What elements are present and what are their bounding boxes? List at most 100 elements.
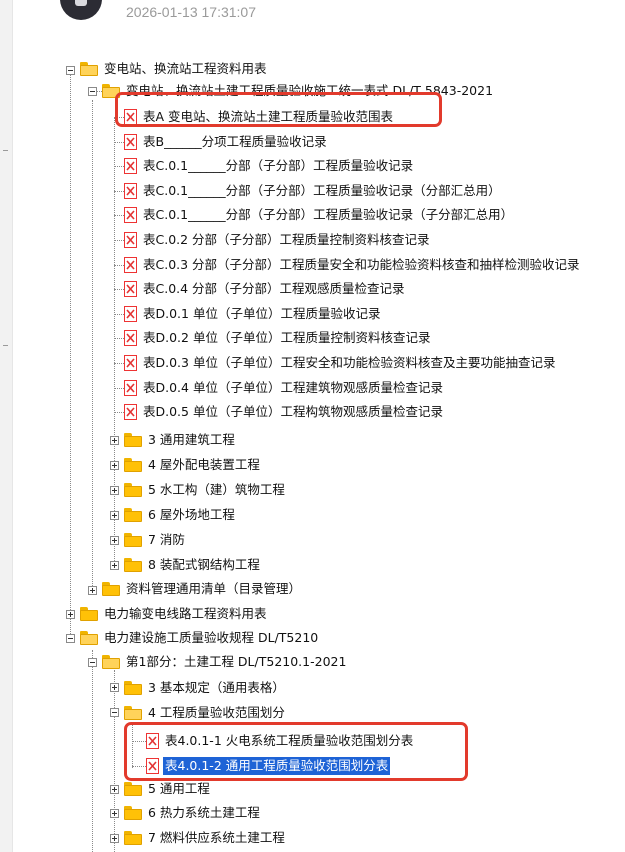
tree-connector [114,289,124,290]
folder-item[interactable]: 7 燃料供应系统土建工程 [124,828,287,848]
folder-item-label: 5 通用工程 [148,781,210,796]
folder-item-label: 5 水工构（建）筑物工程 [148,482,285,497]
folder-icon [80,607,98,621]
folder-item[interactable]: 7 消防 [124,530,187,550]
folder-item-label: 4 工程质量验收范围划分 [148,705,285,720]
folder-item[interactable]: 3 通用建筑工程 [124,430,237,450]
table-file-item[interactable]: 表D.0.4 单位（子单位）工程建筑物观感质量检查记录 [124,378,445,398]
tree-root-transmission[interactable]: 电力输变电线路工程资料用表 [80,604,269,624]
tree-part1-civil-label: 第1部分：土建工程 DL/T5210.1-2021 [126,654,347,669]
folder-icon [124,681,142,695]
table-file-item[interactable]: 表B______分项工程质量验收记录 [124,132,329,152]
tree-connector [92,100,93,590]
toggle-plus [92,588,93,593]
table-file-item-label: 表D.0.2 单位（子单位）工程质量控制资料核查记录 [143,330,431,345]
folder-body [102,658,120,669]
table-file-item[interactable]: 表D.0.1 单位（子单位）工程质量验收记录 [124,304,382,324]
table-file-item[interactable]: 表D.0.2 单位（子单位）工程质量控制资料核查记录 [124,328,432,348]
tree-group-catalog[interactable]: 资料管理通用清单（目录管理） [102,579,303,599]
tree-connector [92,650,93,852]
table-file-item[interactable]: 表C.0.2 分部（子分部）工程质量控制资料核查记录 [124,230,432,250]
excel-file-icon [124,158,137,174]
excel-file-icon [124,380,137,396]
folder-icon [124,782,142,796]
tree-root-transmission-label: 电力输变电线路工程资料用表 [104,606,267,621]
folder-open-icon [80,62,98,76]
toggle-plus [114,563,115,568]
table-file-item[interactable]: 表C.0.1______分部（子分部）工程质量验收记录 [124,156,415,176]
tree-root-dlt5210[interactable]: 电力建设施工质量验收规程 DL/T5210 [80,628,320,648]
expand-toggle-icon[interactable] [110,461,119,470]
toggle-plus [114,836,115,841]
excel-file-icon [124,232,137,248]
folder-icon [124,483,142,497]
table-file-item[interactable]: 表C.0.1______分部（子分部）工程质量验收记录（分部汇总用） [124,181,503,201]
folder-body [80,634,98,645]
toggle-plus [114,438,115,443]
folder-open-icon [80,631,98,645]
table-file-item-label: 表D.0.4 单位（子单位）工程建筑物观感质量检查记录 [143,380,443,395]
expand-toggle-icon[interactable] [110,809,119,818]
folder-item[interactable]: 8 装配式钢结构工程 [124,555,262,575]
folder-item[interactable]: 5 通用工程 [124,779,212,799]
expand-toggle-icon[interactable] [110,561,119,570]
folder-body [124,809,142,820]
tree-root-substation[interactable]: 变电站、换流站工程资料用表 [80,59,269,79]
table-file-item[interactable]: 表C.0.4 分部（子分部）工程观感质量检查记录 [124,279,407,299]
folder-item[interactable]: 3 基本规定（通用表格） [124,678,287,698]
table-file-item[interactable]: 表D.0.3 单位（子单位）工程安全和功能检验资料核查及主要功能抽查记录 [124,353,557,373]
x-mark-icon [126,407,135,417]
folder-item[interactable]: 6 热力系统土建工程 [124,803,262,823]
expand-toggle-icon[interactable] [110,511,119,520]
table-file-item[interactable]: 表D.0.5 单位（子单位）工程构筑物观感质量检查记录 [124,402,445,422]
folder-item-label: 8 装配式钢结构工程 [148,557,260,572]
folder-body [80,65,98,76]
expand-toggle-icon[interactable] [66,610,75,619]
toggle-plus [114,685,115,690]
collapse-toggle-icon[interactable] [66,66,75,75]
highlight-box-table-4-0-1 [124,722,468,781]
expand-toggle-icon[interactable] [110,436,119,445]
folder-icon [124,433,142,447]
tree-part1-civil[interactable]: 第1部分：土建工程 DL/T5210.1-2021 [102,652,348,672]
tree-connector [114,166,124,167]
table-file-item-label: 表C.0.1______分部（子分部）工程质量验收记录（子分部汇总用） [143,207,514,222]
folder-body [124,461,142,472]
expand-toggle-icon[interactable] [110,785,119,794]
expand-toggle-icon[interactable] [110,834,119,843]
tree-connector [114,240,124,241]
table-file-item-label: 表C.0.2 分部（子分部）工程质量控制资料核查记录 [143,232,430,247]
folder-item[interactable]: 4 工程质量验收范围划分 [124,703,287,723]
folder-icon [124,831,142,845]
folder-item[interactable]: 5 水工构（建）筑物工程 [124,480,287,500]
table-file-item[interactable]: 表C.0.1______分部（子分部）工程质量验收记录（子分部汇总用） [124,205,515,225]
folder-item-label: 6 屋外场地工程 [148,507,235,522]
collapse-toggle-icon[interactable] [66,634,75,643]
x-mark-icon [126,358,135,368]
collapse-toggle-icon[interactable] [88,658,97,667]
folder-icon [124,508,142,522]
folder-body [124,684,142,695]
expand-toggle-icon[interactable] [88,586,97,595]
folder-item-label: 7 消防 [148,532,185,547]
expand-toggle-icon[interactable] [110,683,119,692]
folder-item[interactable]: 4 屋外配电装置工程 [124,455,262,475]
tree-connector [114,388,124,389]
toggle-plus [114,463,115,468]
toggle-plus [114,811,115,816]
table-file-item-label: 表C.0.4 分部（子分部）工程观感质量检查记录 [143,281,405,296]
expand-toggle-icon[interactable] [110,486,119,495]
x-mark-icon [126,333,135,343]
table-file-item-label: 表C.0.1______分部（子分部）工程质量验收记录（分部汇总用） [143,183,501,198]
folder-body [124,486,142,497]
table-file-item[interactable]: 表C.0.3 分部（子分部）工程质量安全和功能检验资料核查和抽样检测验收记录 [124,255,582,275]
collapse-toggle-icon[interactable] [110,708,119,717]
folder-icon [102,582,120,596]
x-mark-icon [126,383,135,393]
folder-item[interactable]: 6 屋外场地工程 [124,505,237,525]
folder-icon [124,458,142,472]
toggle-plus [114,538,115,543]
folder-body [124,785,142,796]
folder-icon [124,533,142,547]
expand-toggle-icon[interactable] [110,536,119,545]
